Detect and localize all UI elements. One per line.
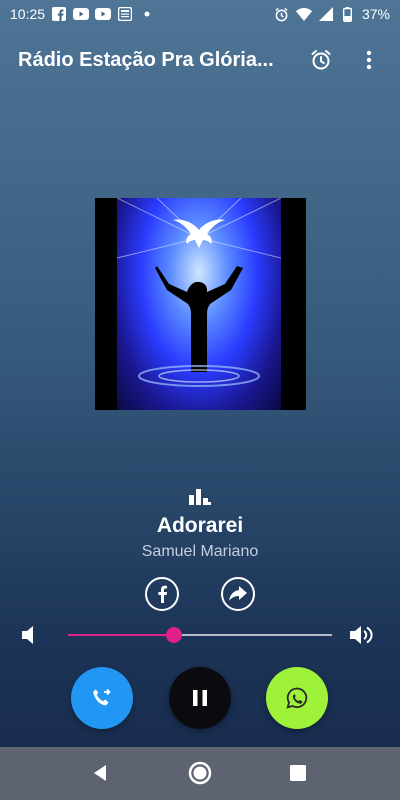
facebook-icon (156, 585, 168, 603)
track-title: Adorarei (156, 514, 244, 537)
home-button[interactable] (180, 753, 220, 793)
recents-button[interactable] (278, 753, 318, 793)
volume-low-icon (22, 625, 36, 650)
recents-icon (290, 765, 306, 781)
track-artist: Samuel Mariano (141, 543, 259, 560)
app-bar: Rádio Estação Pra Glória... (0, 38, 400, 82)
app-title: Rádio Estação Pra Glória... (18, 48, 274, 71)
wifi-icon (295, 6, 312, 22)
pause-button[interactable] (169, 667, 231, 729)
pause-icon (193, 690, 207, 706)
back-icon (92, 764, 108, 782)
battery-level: 37% (361, 6, 390, 22)
signal-icon (318, 6, 334, 22)
status-bar: 10:25 37% (0, 0, 400, 28)
alarm-clock-icon[interactable] (308, 47, 334, 73)
album-cover (95, 198, 306, 410)
volume-slider[interactable] (68, 627, 332, 643)
status-left: 10:25 (10, 6, 155, 22)
battery-icon (340, 6, 356, 22)
volume-high-icon (350, 624, 376, 651)
back-button[interactable] (80, 753, 120, 793)
alarm-icon (274, 6, 290, 22)
youtube-icon (95, 6, 112, 22)
equalizer-icon (189, 489, 211, 505)
more-vert-icon[interactable] (356, 47, 382, 73)
facebook-icon (51, 6, 67, 22)
call-button[interactable] (71, 667, 133, 729)
whatsapp-icon (286, 687, 308, 709)
volume-slider-fill (68, 634, 174, 636)
home-icon (188, 761, 212, 785)
share-button[interactable] (221, 577, 255, 611)
status-time: 10:25 (10, 6, 46, 22)
app-actions (308, 47, 382, 73)
share-icon (229, 586, 247, 602)
volume-slider-thumb[interactable] (165, 627, 182, 643)
navigation-bar (0, 747, 400, 800)
social-row (0, 577, 400, 611)
dot-icon (139, 6, 155, 22)
status-right: 37% (274, 6, 390, 22)
volume-row (0, 622, 400, 648)
cover-art-image (117, 198, 281, 410)
news-icon (117, 6, 133, 22)
facebook-share-button[interactable] (145, 577, 179, 611)
youtube-icon (73, 6, 90, 22)
whatsapp-button[interactable] (266, 667, 328, 729)
phone-forward-icon (91, 687, 113, 709)
